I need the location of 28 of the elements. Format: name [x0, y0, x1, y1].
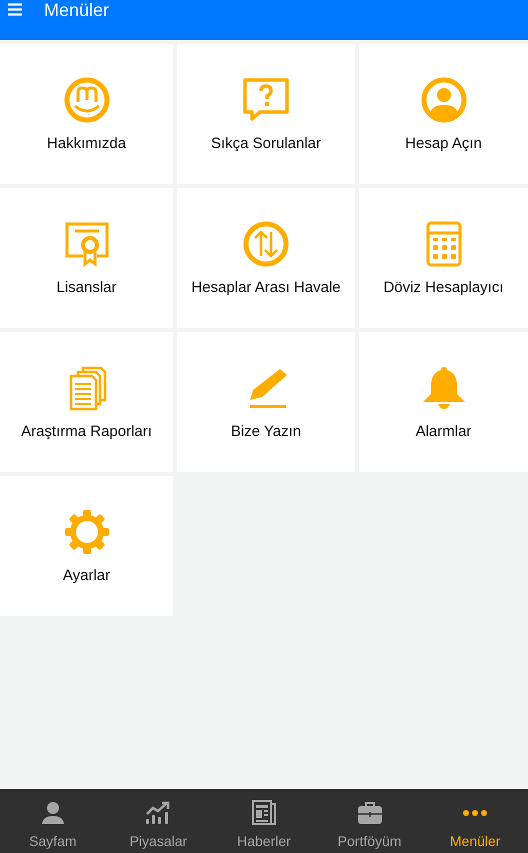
- smile-logo-icon: [62, 76, 110, 124]
- menu-tile[interactable]: Ayarlar: [0, 476, 173, 616]
- tab[interactable]: Haberler: [211, 789, 317, 853]
- question-bubble-icon: [242, 76, 290, 124]
- menu-tile[interactable]: Hesaplar Arası Havale: [177, 188, 355, 328]
- menu-tile[interactable]: Alarmlar: [359, 332, 528, 472]
- up-down-arrows-icon: [242, 220, 290, 268]
- tab[interactable]: Menüler: [422, 789, 528, 853]
- tab[interactable]: Piyasalar: [106, 789, 212, 853]
- user-circle-icon: [420, 76, 468, 124]
- newspaper-icon: [250, 800, 277, 826]
- gear-icon: [62, 508, 110, 556]
- menu-tile[interactable]: Hesap Açın: [359, 44, 528, 184]
- page-title: Menüler: [44, 0, 110, 20]
- tab[interactable]: Sayfam: [0, 789, 106, 853]
- menu-tile[interactable]: Hakkımızda: [0, 44, 173, 184]
- menu-tile[interactable]: Bize Yazın: [177, 332, 355, 472]
- certificate-icon: [62, 220, 110, 268]
- person-icon: [40, 800, 66, 826]
- more-icon: [462, 808, 488, 818]
- briefcase-icon: [356, 800, 383, 826]
- chart-icon: [145, 800, 172, 826]
- menu-icon[interactable]: [8, 3, 22, 16]
- menu-tile[interactable]: Araştırma Raporları: [0, 332, 173, 472]
- menu-tile[interactable]: Lisanslar: [0, 188, 173, 328]
- menu-tile[interactable]: Sıkça Sorulanlar: [177, 44, 355, 184]
- menu-tile[interactable]: Döviz Hesaplayıcı: [359, 188, 528, 328]
- tab[interactable]: Portföyüm: [316, 789, 422, 853]
